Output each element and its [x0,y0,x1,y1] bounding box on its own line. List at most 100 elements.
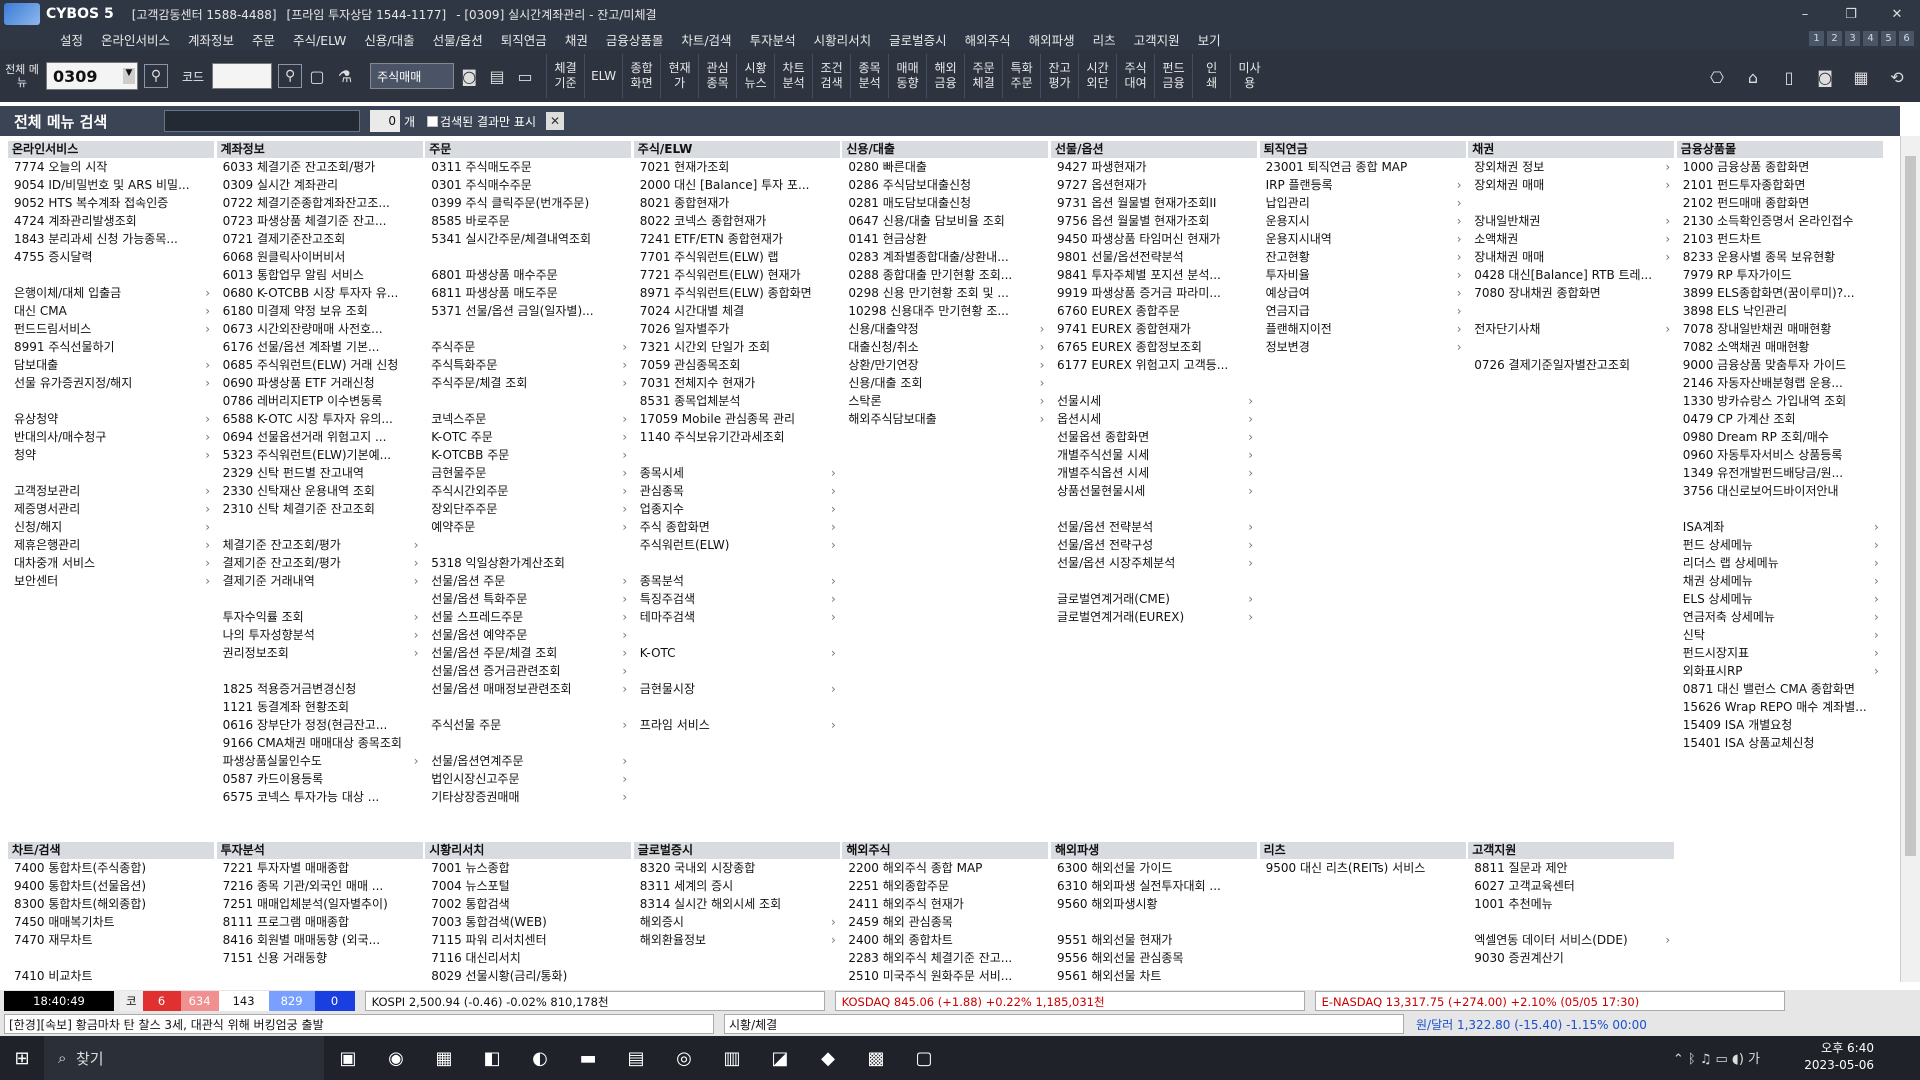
taskbar-search[interactable]: ⌕ 찾기 [44,1036,324,1080]
toolbar-button[interactable]: 현재 가 [660,54,698,98]
magnifier-icon[interactable]: ⚲ [278,64,303,88]
menu-item[interactable]: 6013 통합업무 알림 서비스 [217,266,423,284]
submenu-item[interactable]: 투자비율 [1260,266,1466,284]
menu-item[interactable]: 1001 추천메뉴 [1468,895,1674,913]
toolbar-button[interactable]: 시간 외단 [1078,54,1116,98]
menu-item[interactable]: 9801 선물/옵션전략분석 [1051,248,1257,266]
menu-item[interactable]: 7082 소액채권 매매현황 [1677,338,1883,356]
submenu-item[interactable]: 권리정보조회 [217,644,423,662]
menu-item[interactable]: 8300 통합차트(해외종합) [8,895,214,913]
submenu-item[interactable]: 글로벌연계거래(EUREX) [1051,608,1257,626]
menu-item[interactable]: 설정 [60,30,83,49]
menu-item[interactable]: 4724 계좌관리발생조회 [8,212,214,230]
menu-item[interactable]: 7221 투자자별 매매종합 [217,859,423,877]
submenu-item[interactable]: 특징주검색 [634,590,840,608]
menu-item[interactable]: 시황리서치 [814,30,872,49]
submenu-item[interactable]: 펀드 상세메뉴 [1677,536,1883,554]
chrome-icon[interactable]: ◎ [660,1036,708,1080]
menu-item[interactable]: 9052 HTS 복수계좌 접속인증 [8,194,214,212]
menu-item[interactable]: 1000 금융상품 종합화면 [1677,158,1883,176]
submenu-item[interactable]: 결제기준 거래내역 [217,572,423,590]
menu-item[interactable]: 7241 ETF/ETN 종합현재가 [634,230,840,248]
submenu-item[interactable]: 잔고현황 [1260,248,1466,266]
bird-icon[interactable]: ◆ [804,1036,852,1080]
windows-start-icon[interactable]: ⊞ [0,1036,44,1080]
toolbar-button[interactable]: 주식 대여 [1116,54,1154,98]
submenu-item[interactable]: 선물/옵션 시장주체분석 [1051,554,1257,572]
menu-item[interactable]: 고객지원 [1134,30,1180,49]
menu-item[interactable]: 리츠 [1093,30,1116,49]
submenu-item[interactable]: 연금지급 [1260,302,1466,320]
filter-icon[interactable]: ⚗ [332,63,358,89]
submenu-item[interactable]: 개별주식선물 시세 [1051,446,1257,464]
menu-item[interactable]: 9741 EUREX 종합현재가 [1051,320,1257,338]
menu-item[interactable]: 차트/검색 [681,30,731,49]
submenu-item[interactable]: 주식 종합화면 [634,518,840,536]
menu-item[interactable]: 2283 해외주식 체결기준 잔고... [842,949,1048,967]
submenu-item[interactable]: 선물/옵션 매매정보관련조회 [425,680,631,698]
menu-item[interactable]: 5318 익일상환가계산조회 [425,554,631,572]
menu-item[interactable]: 7003 통합검색(WEB) [425,913,631,931]
menu-item[interactable]: 1825 적용증거금변경신청 [217,680,423,698]
menu-item[interactable]: 2130 소득확인증명서 온라인접수 [1677,212,1883,230]
submenu-item[interactable]: 장내일반채권 [1468,212,1674,230]
submenu-item[interactable]: 선물/옵션 전략분석 [1051,518,1257,536]
menu-item[interactable]: 7002 통합검색 [425,895,631,913]
menu-item[interactable]: 7004 뉴스포털 [425,877,631,895]
menu-item[interactable]: 0726 결제기준일자별잔고조회 [1468,356,1674,374]
clear-icon[interactable]: ✕ [546,112,564,130]
menu-item[interactable]: 0616 장부단가 정정(현금잔고... [217,716,423,734]
menu-item[interactable]: 8111 프로그램 매매종합 [217,913,423,931]
menu-item[interactable]: 7078 장내일반채권 매매현황 [1677,320,1883,338]
menu-item[interactable]: 선물/옵션 [433,30,483,49]
submenu-item[interactable]: 신용/대출약정 [842,320,1048,338]
toolbar-button[interactable]: 시황 뉴스 [736,54,774,98]
hangul-icon[interactable]: ▥ [708,1036,756,1080]
chat-icon[interactable]: ◉ [372,1036,420,1080]
menu-item[interactable]: 1349 유전개발펀드배당금/원... [1677,464,1883,482]
menu-item[interactable]: 7031 전체지수 현재가 [634,374,840,392]
submenu-item[interactable]: K-OTCBB 주문 [425,446,631,464]
stock-code-input[interactable] [212,63,273,89]
menu-item[interactable]: 2400 해외 종합차트 [842,931,1048,949]
menu-item[interactable]: 6033 체결기준 잔고조회/평가 [217,158,423,176]
submenu-item[interactable]: K-OTC [634,644,840,662]
submenu-item[interactable]: 프라임 서비스 [634,716,840,734]
submenu-item[interactable]: 정보변경 [1260,338,1466,356]
toolbar-button[interactable]: 차트 분석 [774,54,812,98]
submenu-item[interactable]: 주식워런트(ELW) [634,536,840,554]
menu-item[interactable]: 1330 방카슈랑스 가입내역 조회 [1677,392,1883,410]
news-category[interactable]: 시황/체결 [724,1014,1404,1034]
menu-item[interactable]: 6300 해외선물 가이드 [1051,859,1257,877]
submenu-item[interactable]: 신용/대출 조회 [842,374,1048,392]
submenu-item[interactable]: 선물/옵션 주문/체결 조회 [425,644,631,662]
submenu-item[interactable]: 해외환율정보 [634,931,840,949]
menu-item[interactable]: 9551 해외선물 현재가 [1051,931,1257,949]
menu-item[interactable]: 2102 펀드매매 종합화면 [1677,194,1883,212]
refresh-icon[interactable]: ⟲ [1884,64,1910,90]
submenu-item[interactable]: 나의 투자성향분석 [217,626,423,644]
monitor-icon[interactable]: ▭ [512,63,538,89]
store-bag-icon[interactable]: ▤ [612,1036,660,1080]
menu-item[interactable]: 9560 해외파생시황 [1051,895,1257,913]
submenu-item[interactable]: 제휴은행관리 [8,536,214,554]
submenu-item[interactable]: 전자단기사채 [1468,320,1674,338]
menu-item[interactable]: 7701 주식워런트(ELW) 랩 [634,248,840,266]
submenu-item[interactable]: 기타상장증권매매 [425,788,631,806]
toolbar-button[interactable]: 체결 기준 [546,54,584,98]
submenu-item[interactable]: 은행이체/대체 입출금 [8,284,214,302]
menu-item[interactable]: 9054 ID/비밀번호 및 ARS 비밀... [8,176,214,194]
menu-item[interactable]: 3899 ELS종합화면(꿈이루미)?... [1677,284,1883,302]
filter-checkbox[interactable] [427,115,439,127]
menu-item[interactable]: 주문 [252,30,275,49]
submenu-item[interactable]: 선물/옵션연계주문 [425,752,631,770]
menu-item[interactable]: 0980 Dream RP 조회/매수 [1677,428,1883,446]
menu-item[interactable]: 0647 신용/대출 담보비율 조회 [842,212,1048,230]
menu-item[interactable]: 5323 주식워런트(ELW)기본예... [217,446,423,464]
menu-item[interactable]: 0280 빠른대출 [842,158,1048,176]
menu-item[interactable]: 6176 선물/옵션 계좌별 기본... [217,338,423,356]
submenu-item[interactable]: 운용지시내역 [1260,230,1466,248]
menu-item[interactable]: 8320 국내외 시장종합 [634,859,840,877]
submenu-item[interactable]: 체결기준 잔고조회/평가 [217,536,423,554]
menu-item[interactable]: 퇴직연금 [501,30,547,49]
